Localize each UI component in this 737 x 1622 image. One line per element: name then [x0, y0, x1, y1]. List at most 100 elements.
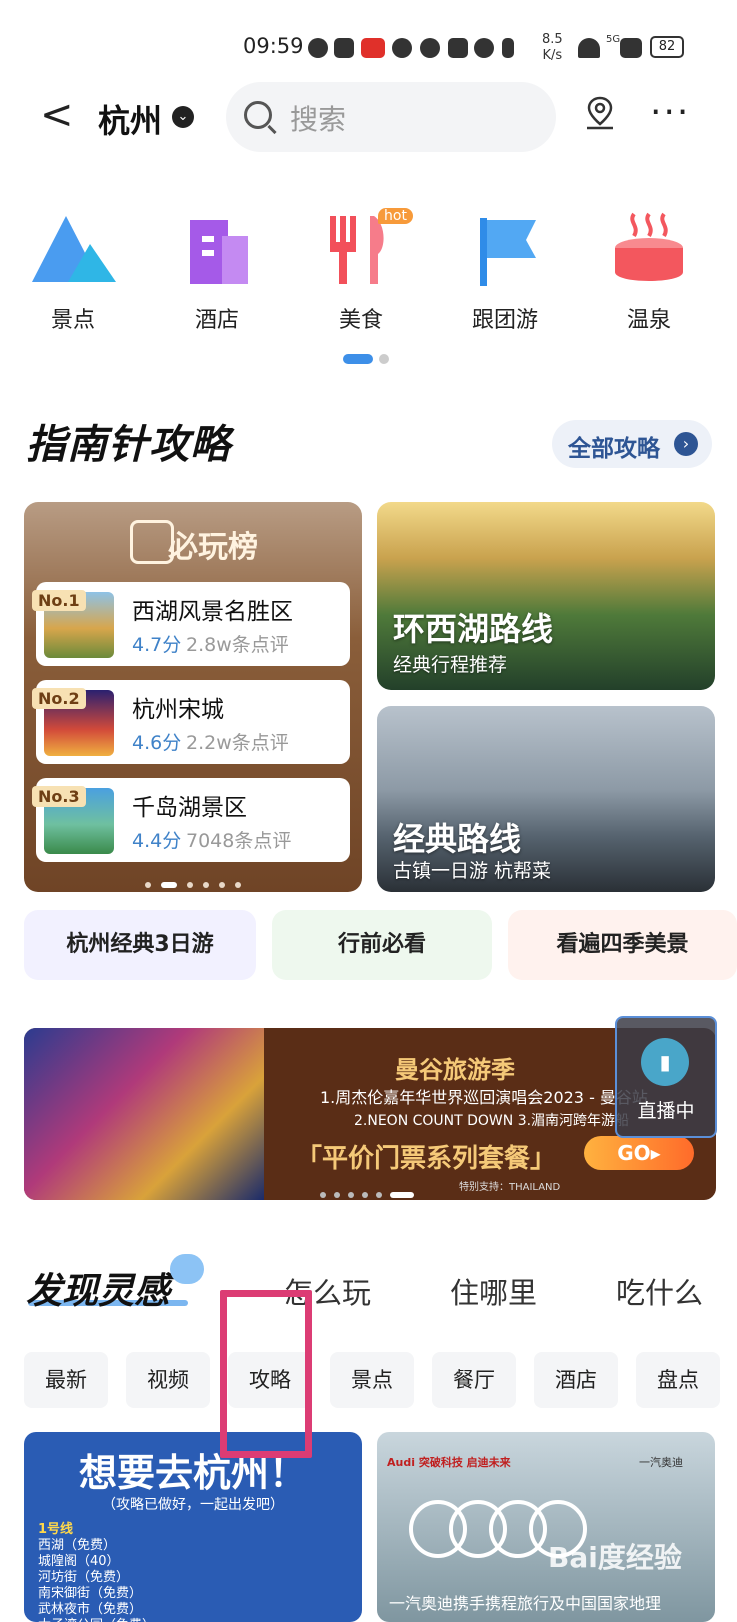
go-button[interactable]: GO▸ — [584, 1136, 694, 1170]
wechat-icon — [308, 38, 328, 58]
spot-reviews: 7048条点评 — [186, 830, 292, 852]
feed-subtitle: （攻略已做好，一起出发吧） — [102, 1497, 284, 1513]
spot-name: 西湖风景名胜区 — [132, 599, 293, 625]
filter-restaurant[interactable]: 餐厅 — [432, 1352, 516, 1408]
feed-brand-right: 一汽奥迪 — [639, 1456, 683, 1469]
category-label: 温泉 — [626, 308, 671, 333]
all-guides-label: 全部攻略 — [568, 436, 660, 462]
feed-caption: 一汽奥迪携手携程旅行及中国国家地理 — [389, 1594, 662, 1613]
more-menu-button[interactable]: ··· — [650, 95, 690, 131]
network-speed: 8.5 K/s — [542, 32, 563, 63]
route-card-classic[interactable]: 经典路线 古镇一日游 杭帮菜 — [377, 706, 715, 892]
banner-slogan: 「平价门票系列套餐」 — [296, 1144, 557, 1174]
watermark: Bai度经验 — [548, 1541, 682, 1574]
filter-hotel[interactable]: 酒店 — [534, 1352, 618, 1408]
bangkok-promo-banner[interactable]: 曼谷旅游季 1.周杰伦嘉年华世界巡回演唱会2023 - 曼谷站 2.NEON C… — [24, 1028, 716, 1200]
route-subtitle: 古镇一日游 杭帮菜 — [393, 860, 552, 882]
feed-line: 太子湾公园（免费） — [38, 1614, 155, 1622]
flag-icon — [460, 210, 550, 290]
tab-what-to-eat[interactable]: 吃什么 — [616, 1270, 703, 1312]
hot-badge: hot — [378, 208, 413, 224]
rank-label: No.2 — [32, 688, 86, 709]
category-scenic[interactable]: 景点 — [18, 210, 128, 334]
filter-video[interactable]: 视频 — [126, 1352, 210, 1408]
bluetooth-icon — [502, 38, 514, 58]
building-icon — [172, 210, 262, 290]
ranking-item[interactable]: No.1 西湖风景名胜区 4.7分 2.8w条点评 — [32, 582, 350, 666]
wifi-icon — [578, 38, 600, 58]
banner-page-indicator — [320, 1184, 422, 1203]
signal-label: 5G — [606, 34, 621, 45]
feed-card-audi[interactable]: Audi 突破科技 启迪未来 一汽奥迪 一汽奥迪携手携程旅行及中国国家地理 — [377, 1432, 715, 1622]
clock: 09:59 — [243, 34, 304, 58]
ranking-item[interactable]: No.2 杭州宋城 4.6分 2.2w条点评 — [32, 680, 350, 764]
app-icon — [334, 38, 354, 58]
hot-spring-icon — [604, 210, 694, 290]
category-label: 景点 — [50, 308, 95, 333]
status-bar: 09:59 8.5 K/s 5G 82 — [0, 32, 737, 64]
must-play-title: 必玩榜 — [168, 530, 258, 565]
search-input[interactable]: 搜索 — [226, 82, 556, 152]
filter-ranking[interactable]: 盘点 — [636, 1352, 720, 1408]
chevron-down-icon[interactable]: ⌄ — [172, 106, 194, 128]
guide-title: 指南针攻略 — [26, 422, 231, 468]
card-page-indicator — [24, 874, 362, 892]
banner-line-2: 2.NEON COUNT DOWN 3.湄南河跨年游船 — [354, 1113, 630, 1129]
battery-icon: 82 — [650, 36, 684, 58]
filter-scenic[interactable]: 景点 — [330, 1352, 414, 1408]
spot-reviews: 2.2w条点评 — [186, 732, 289, 754]
spot-reviews: 2.8w条点评 — [186, 634, 289, 656]
must-play-card[interactable]: 必玩榜 No.1 西湖风景名胜区 4.7分 2.8w条点评 No.2 杭州宋城 … — [24, 502, 362, 892]
category-label: 美食 — [338, 308, 383, 333]
spot-score: 4.6分 — [132, 732, 182, 754]
banner-sponsor: 特别支持：THAILAND — [459, 1182, 561, 1193]
alarm-icon — [474, 38, 494, 58]
category-label: 酒店 — [194, 308, 239, 333]
red-app-icon — [361, 38, 385, 58]
ranking-item[interactable]: No.3 千岛湖景区 4.4分 7048条点评 — [32, 778, 350, 862]
live-stream-button[interactable]: ▮ 直播中 — [615, 1016, 717, 1138]
nfc-icon — [448, 38, 468, 58]
pill-classic-3day[interactable]: 杭州经典3日游 — [24, 910, 256, 980]
spot-name: 杭州宋城 — [132, 697, 224, 723]
category-group-tour[interactable]: 跟团游 — [450, 210, 560, 334]
rank-label: No.3 — [32, 786, 86, 807]
route-subtitle: 经典行程推荐 — [393, 654, 508, 676]
signal-icon — [620, 38, 642, 58]
category-label: 跟团游 — [471, 308, 538, 333]
all-guides-button[interactable]: 全部攻略 › — [552, 420, 712, 468]
mountain-icon — [28, 210, 118, 290]
feed-brand: Audi 突破科技 启迪未来 — [387, 1456, 511, 1469]
category-hotel[interactable]: 酒店 — [162, 210, 272, 334]
category-hot-spring[interactable]: 温泉 — [594, 210, 704, 334]
back-button[interactable]: < — [40, 95, 74, 135]
search-placeholder: 搜索 — [290, 103, 347, 136]
spot-score: 4.4分 — [132, 830, 182, 852]
tab-where-to-stay[interactable]: 住哪里 — [450, 1270, 537, 1312]
highlight-annotation-box — [220, 1290, 312, 1458]
spot-score: 4.7分 — [132, 634, 182, 656]
eye-icon — [420, 38, 440, 58]
pill-four-seasons[interactable]: 看遍四季美景 — [508, 910, 737, 980]
bar-chart-icon: ▮ — [641, 1038, 689, 1086]
fork-knife-icon: hot — [316, 208, 413, 290]
banner-line-1: 1.周杰伦嘉年华世界巡回演唱会2023 - 曼谷站 — [320, 1088, 648, 1107]
feed-card-hangzhou[interactable]: 想要去杭州！ （攻略已做好，一起出发吧） 1号线 西湖（免费） 城隍阁（40） … — [24, 1432, 362, 1622]
filter-latest[interactable]: 最新 — [24, 1352, 108, 1408]
spot-name: 千岛湖景区 — [132, 795, 247, 821]
category-food[interactable]: hot 美食 — [306, 208, 416, 334]
city-selector[interactable]: 杭州 — [98, 96, 162, 142]
compass-bubble-icon — [170, 1254, 204, 1284]
category-page-indicator — [343, 354, 395, 373]
route-card-west-lake[interactable]: 环西湖路线 经典行程推荐 — [377, 502, 715, 690]
banner-title: 曼谷旅游季 — [395, 1056, 515, 1084]
pill-before-trip[interactable]: 行前必看 — [272, 910, 492, 980]
location-pin-icon[interactable] — [585, 96, 615, 130]
rank-label: No.1 — [32, 590, 86, 611]
discover-title[interactable]: 发现灵感 — [26, 1262, 170, 1314]
chevron-right-icon: › — [674, 432, 698, 456]
search-icon — [244, 101, 272, 129]
sync-icon — [392, 38, 412, 58]
route-title: 环西湖路线 — [393, 610, 554, 648]
route-title: 经典路线 — [393, 820, 522, 858]
